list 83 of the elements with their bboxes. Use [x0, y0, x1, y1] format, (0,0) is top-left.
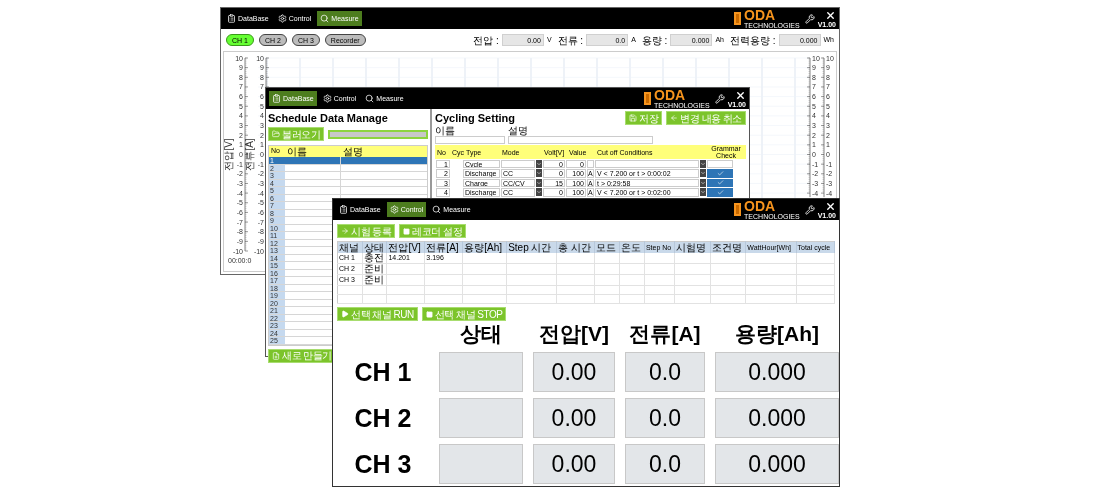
dropdown-icon[interactable]	[536, 159, 542, 168]
search-icon	[365, 94, 375, 103]
value-display: 0.000	[715, 352, 839, 392]
column-header: 전압[V]	[538, 322, 610, 346]
field-label: 설명	[508, 125, 529, 136]
column-header: 설명	[342, 146, 363, 157]
wrench-icon[interactable]	[804, 13, 815, 24]
dropdown-icon[interactable]	[536, 188, 542, 197]
logo-icon	[734, 12, 742, 25]
column-header: 용량[Ah]	[464, 242, 504, 253]
readout-label: 전류 :	[557, 34, 584, 46]
column-header: 시험명	[676, 242, 708, 253]
column-header: 전류[A]	[426, 242, 460, 253]
panel-title: Cycling Setting	[435, 111, 516, 125]
column-header: 전류[A]	[628, 322, 702, 346]
channel-label: CH 2	[353, 402, 413, 434]
settings-icon	[277, 14, 287, 23]
logo-text: ODA	[744, 8, 776, 22]
input-field[interactable]	[508, 136, 653, 144]
play-icon	[341, 310, 349, 318]
column-header: 용량[Ah]	[734, 322, 820, 346]
folder-icon	[272, 130, 280, 138]
dropdown-icon[interactable]	[700, 169, 706, 178]
close-icon[interactable]	[825, 200, 836, 212]
input-field[interactable]	[435, 136, 505, 144]
axis-title: 전압[V]	[224, 138, 234, 171]
channel-label: CH 3	[353, 448, 413, 480]
value-display: 0.000	[715, 444, 839, 484]
save-icon	[629, 114, 638, 122]
settings-icon	[322, 94, 332, 103]
readout-label: 전압 :	[473, 34, 499, 46]
column-header: 전압[V]	[388, 242, 422, 253]
dropdown-icon[interactable]	[536, 178, 542, 187]
table-cell-text: 충전	[363, 253, 385, 263]
close-icon[interactable]	[735, 89, 746, 101]
value-display: 0.00	[533, 398, 615, 438]
clipboard-icon	[227, 14, 236, 23]
readout-label: 전력용량 :	[729, 34, 776, 46]
value-display: 0.000	[715, 398, 839, 438]
readout-label: 용량 :	[641, 34, 668, 46]
column-header: Step 시간	[508, 242, 553, 253]
field-label: 이름	[435, 125, 456, 136]
dropdown-icon[interactable]	[700, 178, 706, 187]
logo-text: ODA	[744, 199, 776, 213]
value-display: 0.00	[533, 352, 615, 392]
unit-label	[587, 159, 594, 168]
axis-title: 전류[A]	[244, 138, 255, 171]
column-header: 모드	[596, 242, 618, 253]
value-display: 0.00	[533, 444, 615, 484]
logo-icon	[644, 92, 652, 105]
close-icon[interactable]	[825, 9, 836, 21]
dropdown-icon[interactable]	[536, 169, 542, 178]
value-display: 0.0	[625, 398, 705, 438]
clipboard-icon	[339, 205, 348, 214]
table-cell-text: 준비	[363, 264, 385, 274]
wrench-icon[interactable]	[714, 93, 725, 104]
dropdown-icon[interactable]	[700, 159, 706, 168]
column-header: 총 시간	[558, 242, 592, 253]
column-header: 채널	[339, 242, 360, 253]
stop-icon	[425, 310, 433, 318]
dropdown-icon[interactable]	[700, 188, 706, 197]
value-display: 0.0	[625, 352, 705, 392]
column-header: 조건명	[711, 242, 743, 253]
logo-icon	[734, 203, 742, 216]
value-display: 0.0	[625, 444, 705, 484]
wrench-icon[interactable]	[804, 204, 815, 215]
channel-label: CH 1	[353, 356, 413, 388]
panel-title: Schedule Data Manage	[268, 112, 389, 125]
settings-icon	[389, 205, 399, 214]
search-icon	[432, 205, 442, 214]
file-field[interactable]	[328, 129, 428, 139]
file-plus-icon	[272, 351, 280, 360]
arrow-right-icon	[341, 227, 349, 235]
search-icon	[320, 14, 330, 23]
arrow-left-icon	[670, 114, 679, 122]
table-cell-text: 준비	[363, 275, 385, 285]
column-header: 온도	[621, 242, 643, 253]
column-header: 상태	[363, 242, 385, 253]
column-header: 상태	[459, 322, 503, 346]
logo-text: ODA	[654, 88, 686, 102]
column-header: 이름	[286, 146, 308, 157]
table-cell	[501, 159, 535, 168]
clipboard-icon	[272, 94, 281, 103]
